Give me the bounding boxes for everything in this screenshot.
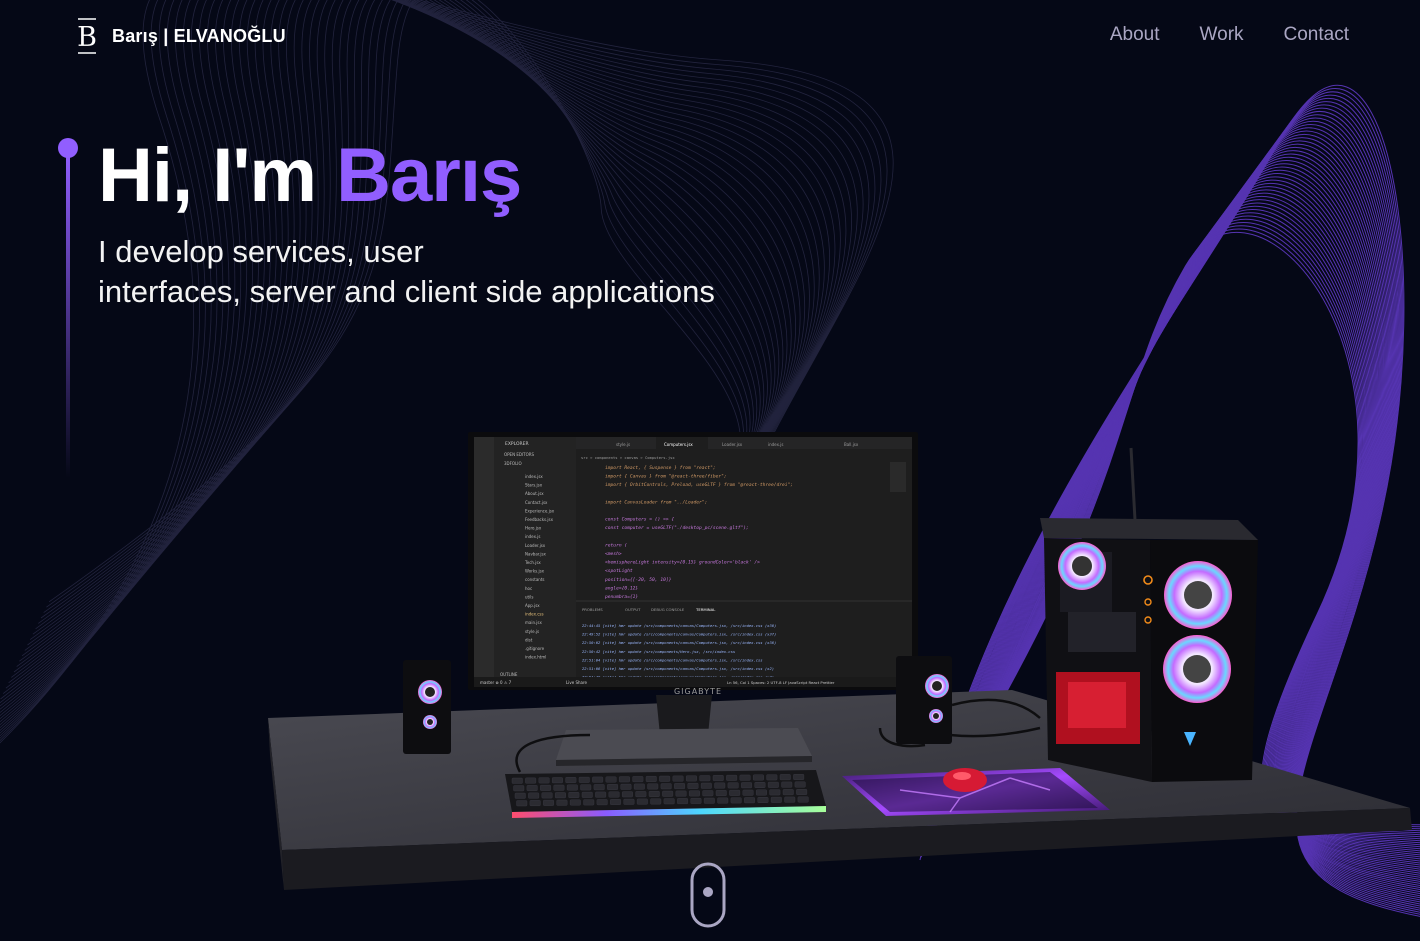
editor-tab: Ball.jsx bbox=[844, 442, 859, 447]
editor-file-item: Works.jsx bbox=[525, 569, 545, 574]
editor-status-left: master ⊗ 0 ⚠ 7 bbox=[480, 680, 512, 685]
terminal-line: 22:44:45 [vite] hmr update /src/componen… bbox=[582, 623, 776, 628]
code-line: <spotLight bbox=[605, 568, 633, 574]
editor-file-item: index.js bbox=[525, 534, 540, 539]
editor-file-item: Contact.jsx bbox=[525, 500, 548, 505]
panel-tab: OUTPUT bbox=[625, 607, 641, 612]
desktop-pc-3d-scene[interactable]: EXPLORER OPEN EDITORS 3DFOLIO index.jsx S… bbox=[0, 0, 1420, 941]
code-line: const computer = useGLTF("./desktop_pc/s… bbox=[605, 525, 749, 531]
code-line: <hemisphereLight intensity={0.15} ground… bbox=[605, 560, 760, 566]
editor-file-item: index.html bbox=[525, 655, 546, 660]
editor-file-item: Loader.jsx bbox=[525, 543, 546, 548]
code-line: <mesh> bbox=[605, 551, 622, 557]
pc-tower bbox=[1040, 447, 1258, 782]
terminal-line: 22:51:08 [vite] hmr update /src/componen… bbox=[582, 666, 774, 671]
code-line: import { OrbitControls, Preload, useGLTF… bbox=[605, 482, 793, 488]
editor-file-item: utils bbox=[525, 594, 533, 599]
terminal-line: 22:51:04 [vite] hmr update /src/componen… bbox=[582, 657, 763, 662]
editor-tab: index.js bbox=[768, 442, 783, 447]
terminal-line: 22:50:02 [vite] hmr update /src/componen… bbox=[582, 640, 776, 645]
editor-file-item: style.js bbox=[525, 629, 539, 634]
editor-tab: Computers.jsx bbox=[664, 442, 693, 447]
editor-file-item: Tech.jsx bbox=[524, 560, 541, 565]
keyboard bbox=[505, 770, 826, 818]
code-line: const Computers = () => { bbox=[605, 517, 674, 523]
speaker-left bbox=[403, 660, 451, 754]
editor-file-item: Navbar.jsx bbox=[525, 551, 547, 556]
editor-breadcrumb: src > components > canvas > Computers.js… bbox=[581, 455, 675, 460]
editor-file-item: dist bbox=[525, 637, 533, 642]
editor-file-item: About.jsx bbox=[525, 491, 544, 496]
editor-file-item: .gitignore bbox=[525, 646, 545, 651]
editor-tab: style.js bbox=[616, 442, 630, 447]
editor-file-item: Feedbacks.jsx bbox=[525, 517, 554, 522]
mouse-scroll-icon[interactable] bbox=[690, 862, 726, 928]
terminal-line: 22:50:42 [vite] hmr update /src/componen… bbox=[582, 649, 735, 654]
editor-file-item: Hero.jsx bbox=[525, 526, 542, 531]
editor-file-item: index.css bbox=[525, 612, 544, 617]
editor-file-item: constants bbox=[525, 577, 544, 582]
editor-file-item: Experience.jsx bbox=[525, 508, 555, 513]
panel-tab: DEBUG CONSOLE bbox=[651, 607, 685, 612]
code-line: import CanvasLoader from "../Loader"; bbox=[605, 499, 707, 505]
panel-tab: TERMINAL bbox=[695, 607, 716, 612]
editor-file-item: App.jsx bbox=[525, 603, 540, 608]
editor-outline: OUTLINE bbox=[500, 672, 518, 677]
editor-status-live: Live Share bbox=[566, 680, 588, 685]
mouse bbox=[943, 768, 987, 792]
code-line: position={[-20, 50, 10]} bbox=[605, 577, 672, 583]
editor-folder: 3DFOLIO bbox=[504, 461, 522, 466]
code-line: import { Canvas } from "@react-three/fib… bbox=[605, 474, 727, 480]
editor-file-item: index.jsx bbox=[525, 474, 543, 479]
editor-file-item: main.jsx bbox=[525, 620, 542, 625]
code-line: return ( bbox=[605, 542, 627, 548]
editor-file-item: Stars.jsx bbox=[525, 483, 543, 488]
editor-status-right: Ln 56, Col 1 Spaces: 2 UTF-8 LF JavaScri… bbox=[727, 680, 835, 685]
portfolio-page: B Barış | ELVANOĞLU About Work Contact H… bbox=[0, 0, 1420, 941]
code-line: angle={0.12} bbox=[605, 585, 638, 591]
editor-explorer-title: EXPLORER bbox=[505, 441, 529, 447]
editor-tab: Loader.jsx bbox=[722, 442, 743, 447]
code-line: penumbra={1} bbox=[605, 594, 638, 600]
editor-file-item: hoc bbox=[525, 586, 532, 591]
speaker-right bbox=[896, 656, 952, 744]
monitor-brand: GIGABYTE bbox=[674, 687, 722, 696]
code-line: import React, { Suspense } from "react"; bbox=[605, 465, 716, 471]
panel-tab: PROBLEMS bbox=[582, 607, 603, 612]
terminal-line: 22:49:52 [vite] hmr update /src/componen… bbox=[582, 632, 776, 637]
editor-open-editors: OPEN EDITORS bbox=[504, 452, 535, 457]
